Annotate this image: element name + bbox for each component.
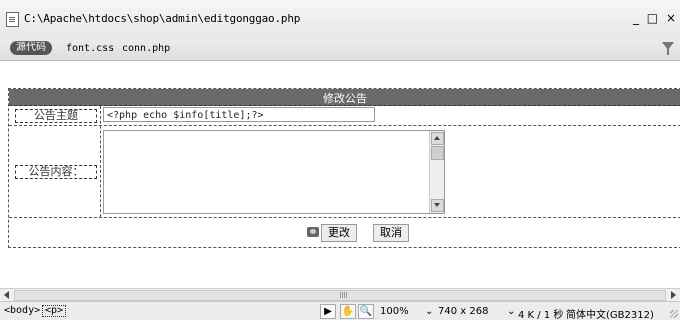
table-header-row: 修改公告 (9, 89, 680, 106)
row-divider (9, 125, 680, 126)
related-file-font-css[interactable]: font.css (66, 43, 114, 54)
pointer-icon[interactable]: ▶ (320, 304, 336, 319)
horizontal-scrollbar[interactable] (0, 288, 680, 301)
textarea-scrollbar[interactable] (429, 131, 444, 213)
source-code-button[interactable]: 源代码 (10, 41, 52, 55)
zoom-icon[interactable]: 🔍 (358, 304, 374, 319)
zoom-level[interactable]: 100% (380, 306, 409, 317)
minimize-button[interactable]: _ (633, 11, 639, 25)
table-header-title: 修改公告 (323, 92, 367, 105)
notice-title-input[interactable]: <?php echo $info[title];?> (103, 107, 375, 122)
maximize-button[interactable]: □ (647, 11, 658, 25)
window-title-bar: C:\Apache\htdocs\shop\admin\editgonggao.… (0, 0, 680, 39)
close-button[interactable]: × (666, 11, 676, 25)
tag-selector-body[interactable]: <body> (4, 305, 40, 316)
tag-selector-p[interactable]: <p> (42, 305, 67, 317)
related-files-toolbar: 源代码 font.css conn.php (0, 38, 680, 61)
edit-notice-table: 修改公告 公告主题 <?php echo $info[title];?> 公告内… (8, 88, 680, 248)
scroll-right-icon[interactable] (668, 290, 678, 300)
image-button-icon (307, 227, 319, 237)
scroll-grip-icon (340, 292, 348, 298)
resize-grip-icon[interactable] (670, 310, 678, 318)
horizontal-scroll-thumb[interactable] (14, 290, 666, 301)
notice-content-textarea[interactable] (103, 130, 445, 214)
row-divider (9, 217, 680, 218)
filter-icon[interactable] (662, 42, 674, 55)
document-icon (6, 12, 19, 27)
window-title: C:\Apache\htdocs\shop\admin\editgonggao.… (24, 12, 301, 25)
submit-button[interactable]: 更改 (321, 224, 357, 242)
window-size[interactable]: 740 x 268 (438, 306, 488, 317)
scroll-down-icon[interactable] (431, 199, 444, 212)
design-view[interactable]: 修改公告 公告主题 <?php echo $info[title];?> 公告内… (0, 61, 680, 288)
hand-icon[interactable]: ✋ (340, 304, 356, 319)
window-size-dropdown-icon[interactable]: ⌄ (507, 306, 515, 317)
notice-content-label: 公告内容： (15, 165, 97, 179)
cancel-button[interactable]: 取消 (373, 224, 409, 242)
scroll-thumb[interactable] (431, 146, 444, 160)
notice-title-label: 公告主题 (15, 109, 97, 123)
column-divider (100, 106, 101, 217)
scroll-up-icon[interactable] (431, 132, 444, 145)
related-file-conn-php[interactable]: conn.php (122, 43, 170, 54)
status-bar: <body> <p> ▶ ✋ 🔍 100% ⌄ 740 x 268 ⌄ 4 K … (0, 301, 680, 321)
scroll-left-icon[interactable] (2, 290, 12, 300)
window-controls: _ □ × (629, 11, 676, 25)
zoom-dropdown-icon[interactable]: ⌄ (425, 306, 433, 317)
